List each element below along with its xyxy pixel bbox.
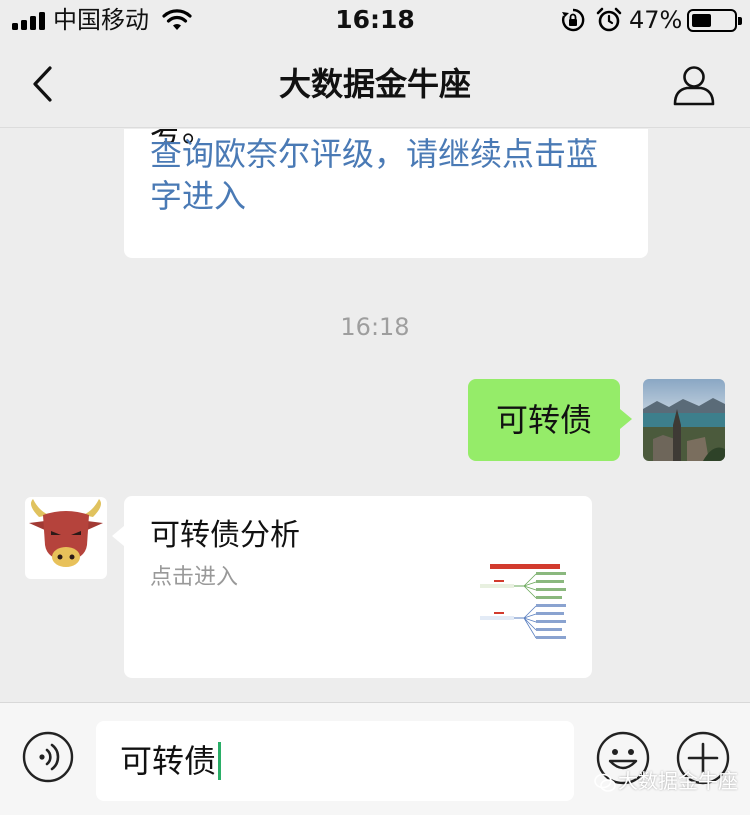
article-card[interactable]: 可转债分析 点击进入	[112, 496, 592, 678]
battery-percent: 47%	[629, 6, 683, 34]
status-bar: 中国移动 16:18 47%	[0, 0, 750, 40]
chat-title: 大数据金牛座	[278, 65, 471, 103]
card-description: 点击进入	[150, 565, 239, 590]
my-avatar[interactable]	[643, 379, 725, 461]
message-input-text: 可转债	[120, 742, 217, 780]
nav-bar: 大数据金牛座	[0, 40, 750, 128]
profile-icon[interactable]	[672, 64, 716, 106]
battery-icon	[687, 9, 742, 32]
input-bar: 可转债	[0, 702, 750, 815]
official-account-avatar[interactable]	[25, 497, 107, 579]
sent-message-bubble[interactable]: 可转债	[468, 379, 632, 461]
sent-message-text: 可转债	[495, 401, 592, 439]
wechat-logo-icon	[594, 773, 616, 792]
message-timestamp: 16:18	[340, 313, 410, 341]
mind-map-thumbnail	[474, 562, 572, 648]
text-caret	[218, 742, 222, 780]
rotation-lock-icon	[562, 8, 585, 32]
chat-area[interactable]: 考。 查询欧奈尔评级，请继续点击蓝字进入 16:18 可转债 可转债分析 点击进…	[0, 129, 750, 702]
message-input[interactable]: 可转债	[96, 721, 574, 801]
voice-input-icon[interactable]	[22, 731, 74, 783]
message-bubble: 考。 查询欧奈尔评级，请继续点击蓝字进入	[124, 129, 648, 258]
card-title: 可转债分析	[150, 518, 300, 553]
alarm-icon	[596, 7, 622, 32]
watermark-text: 大数据金牛座	[618, 769, 738, 793]
blue-link-text[interactable]: 查询欧奈尔评级，请继续点击蓝字进入	[150, 133, 620, 217]
